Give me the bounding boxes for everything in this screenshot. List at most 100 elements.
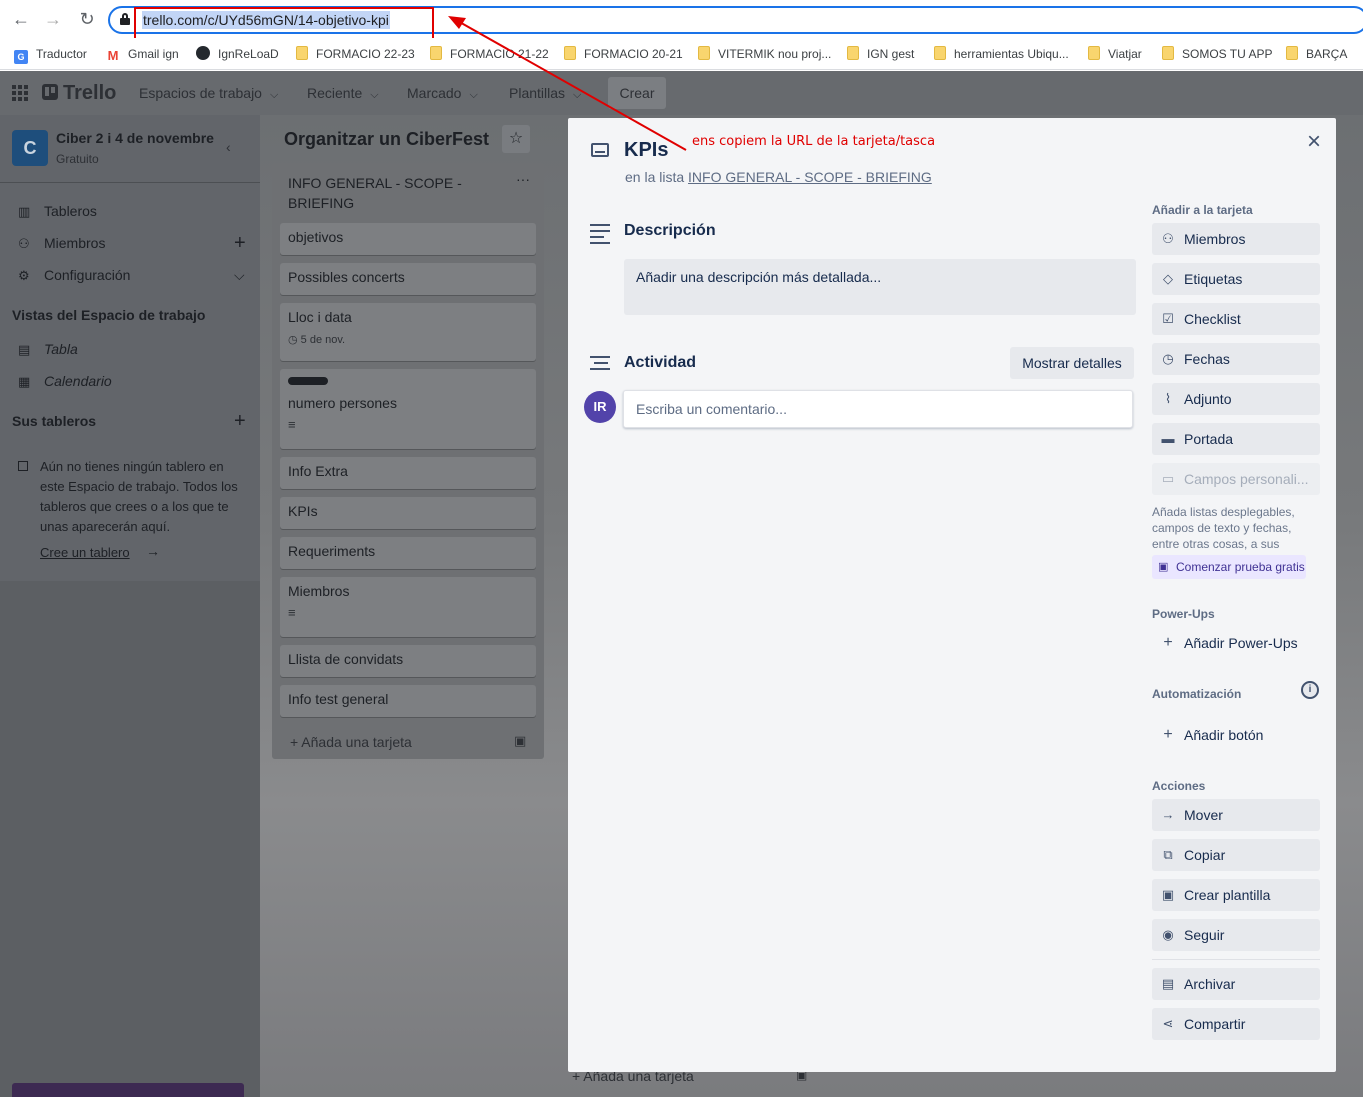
bookmark-folder[interactable]: SOMOS TU APP — [1162, 44, 1272, 64]
card-title[interactable]: KPIs — [624, 139, 668, 162]
bookmark-folder[interactable]: BARÇA — [1286, 44, 1347, 64]
list-card[interactable]: Requeriments — [280, 537, 536, 569]
views-heading: Vistas del Espacio de trabajo — [12, 307, 206, 323]
arrow-right-icon: → — [1161, 807, 1175, 822]
sidebar-view-table[interactable]: ▤ Tabla — [18, 339, 78, 360]
add-card-button[interactable]: + Añada una tarjeta — [290, 734, 412, 750]
bookmark-folder[interactable]: Viatjar — [1088, 44, 1142, 64]
calendar-icon: ▦ — [18, 374, 31, 389]
watch-button[interactable]: ◉ Seguir — [1152, 919, 1320, 951]
description-icon — [590, 224, 610, 248]
tag-icon: ◇ — [1163, 271, 1173, 286]
info-icon[interactable]: i — [1301, 681, 1319, 699]
trello-logo[interactable]: Trello — [42, 81, 116, 105]
list-card[interactable]: Info Extra — [280, 457, 536, 489]
table-icon: ▤ — [18, 342, 31, 357]
folder-icon — [934, 46, 946, 60]
nav-workspaces[interactable]: Espacios de trabajo ⌵ — [139, 83, 278, 105]
copy-button[interactable]: ⧉ Copiar — [1152, 839, 1320, 871]
board-icon: ▥ — [18, 204, 31, 219]
list-title[interactable]: INFO GENERAL - SCOPE - BRIEFING — [288, 173, 488, 213]
sidebar-view-calendar[interactable]: ▦ Calendario — [18, 371, 112, 392]
description-icon: ≡ — [288, 417, 296, 432]
dates-button[interactable]: ◷ Fechas — [1152, 343, 1320, 375]
list-card[interactable]: Possibles concerts — [280, 263, 536, 295]
share-icon: ⋖ — [1162, 1016, 1174, 1031]
apps-grid-icon[interactable] — [12, 85, 28, 101]
share-button[interactable]: ⋖ Compartir — [1152, 1008, 1320, 1040]
template-icon[interactable]: ▣ — [514, 733, 526, 749]
upgrade-banner[interactable] — [12, 1083, 244, 1097]
annotation-highlight-box — [134, 7, 434, 40]
person-icon: ⚇ — [1162, 231, 1174, 246]
activity-icon — [590, 356, 610, 374]
sidebar-item-boards[interactable]: ▥ Tableros — [18, 201, 97, 222]
list-card[interactable]: objetivos — [280, 223, 536, 255]
bookmark-folder[interactable]: FORMACIO 22-23 — [296, 44, 415, 64]
list-card[interactable]: Llista de convidats — [280, 645, 536, 677]
comment-input[interactable]: Escriba un comentario... — [623, 390, 1133, 428]
labels-button[interactable]: ◇ Etiquetas — [1152, 263, 1320, 295]
create-button[interactable]: Crear — [608, 77, 666, 109]
custom-fields-button[interactable]: ▭ Campos personali... — [1152, 463, 1320, 495]
bookmark-traductor[interactable]: G Traductor — [14, 44, 87, 64]
cover-button[interactable]: ▬ Portada — [1152, 423, 1320, 455]
bookmark-folder[interactable]: herramientas Ubiqu... — [934, 44, 1069, 64]
attachment-button[interactable]: ⌇ Adjunto — [1152, 383, 1320, 415]
empty-boards-note: Aún no tienes ningún tablero en este Esp… — [40, 459, 238, 534]
chevron-down-icon: ⌵ — [573, 89, 582, 101]
reload-icon[interactable]: ↻ — [76, 8, 98, 30]
members-button[interactable]: ⚇ Miembros — [1152, 223, 1320, 255]
board-title[interactable]: Organitzar un CiberFest — [284, 129, 489, 150]
show-details-button[interactable]: Mostrar detalles — [1010, 347, 1134, 379]
clock-icon: ◷ — [1162, 351, 1174, 366]
chevron-down-icon[interactable]: ⌵ — [234, 265, 245, 285]
plus-icon: + — [1163, 634, 1173, 651]
list-link[interactable]: INFO GENERAL - SCOPE - BRIEFING — [688, 169, 932, 185]
folder-icon — [698, 46, 710, 60]
add-button-button[interactable]: + Añadir botón — [1152, 719, 1320, 751]
bookmark-folder[interactable]: IGN gest — [847, 44, 914, 64]
list-card[interactable]: Lloc i data ◷ 5 de nov. — [280, 303, 536, 361]
forward-arrow-icon[interactable]: → — [42, 8, 64, 30]
sidebar-item-members[interactable]: ⚇ Miembros — [18, 233, 105, 254]
add-powerups-button[interactable]: + Añadir Power-Ups — [1152, 627, 1320, 659]
add-to-card-label: Añadir a la tarjeta — [1152, 203, 1253, 217]
avatar[interactable]: IR — [584, 391, 616, 423]
back-arrow-icon[interactable]: ← — [10, 8, 32, 30]
more-icon[interactable]: ··· — [516, 171, 530, 187]
nav-starred[interactable]: Marcado ⌵ — [407, 83, 478, 105]
bookmark-folder[interactable]: VITERMIK nou proj... — [698, 44, 831, 64]
powerups-label: Power-Ups — [1152, 607, 1215, 621]
person-icon: ⚇ — [18, 236, 30, 251]
collapse-sidebar-icon[interactable]: ‹ — [226, 139, 231, 155]
bookmark-github[interactable]: IgnReLoaD — [196, 44, 279, 64]
list-card[interactable]: Miembros ≡ — [280, 577, 536, 637]
actions-label: Acciones — [1152, 779, 1206, 793]
list-card[interactable]: numero persones ≡ — [280, 369, 536, 449]
nav-recent[interactable]: Reciente ⌵ — [307, 83, 379, 105]
star-icon[interactable]: ☆ — [502, 125, 530, 153]
nav-templates[interactable]: Plantillas ⌵ — [509, 83, 581, 105]
checklist-button[interactable]: ☑ Checklist — [1152, 303, 1320, 335]
archive-button[interactable]: ▤ Archivar — [1152, 968, 1320, 1000]
add-board-plus-icon[interactable]: + — [234, 411, 246, 431]
bookmark-folder[interactable]: FORMACIO 20-21 — [564, 44, 683, 64]
bookmark-folder[interactable]: FORMACIO 21-22 — [430, 44, 549, 64]
description-field[interactable]: Añadir una descripción más detallada... — [624, 259, 1136, 315]
folder-icon — [847, 46, 859, 60]
card-detail-modal: KPIs en la lista INFO GENERAL - SCOPE - … — [568, 118, 1336, 1072]
list-card[interactable]: Info test general — [280, 685, 536, 717]
make-template-button[interactable]: ▣ Crear plantilla — [1152, 879, 1320, 911]
folder-icon — [564, 46, 576, 60]
sidebar-item-settings[interactable]: ⚙ Configuración — [18, 265, 130, 286]
folder-icon — [1162, 46, 1174, 60]
add-member-plus-icon[interactable]: + — [234, 233, 246, 253]
bookmark-gmail[interactable]: M Gmail ign — [106, 44, 179, 64]
start-trial-button[interactable]: ▣ Comenzar prueba gratis — [1152, 555, 1306, 579]
close-icon[interactable]: × — [1302, 130, 1326, 154]
gmail-icon: M — [107, 48, 119, 63]
create-board-link[interactable]: Cree un tablero — [40, 545, 130, 560]
list-card[interactable]: KPIs — [280, 497, 536, 529]
move-button[interactable]: → Mover — [1152, 799, 1320, 831]
